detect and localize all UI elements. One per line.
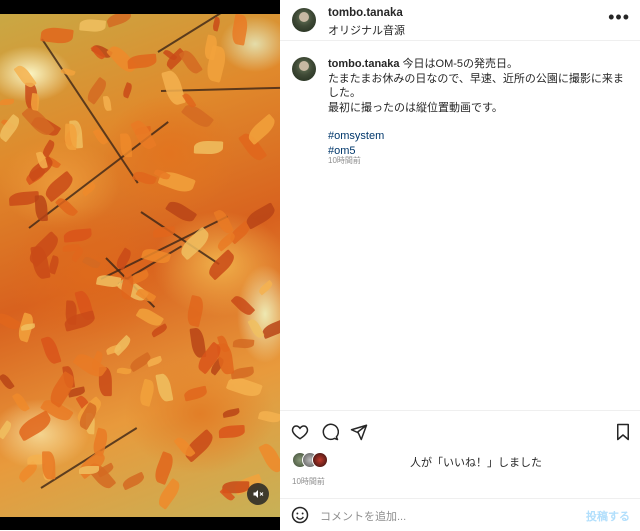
leaf-shape	[138, 378, 157, 408]
leaf-shape	[243, 202, 278, 230]
more-options-button[interactable]: •••	[608, 8, 630, 26]
leaf-shape	[35, 194, 49, 222]
leaf-shape	[140, 246, 171, 267]
caption-line: 今日はOM-5の発売日。	[402, 58, 519, 70]
post-details-panel: tombo.tanaka オリジナル音源 ••• tombo.tanaka 今日は…	[280, 0, 640, 530]
leaf-shape	[222, 407, 241, 419]
save-button[interactable]	[612, 421, 634, 443]
leaf-shape	[258, 409, 280, 425]
leaf-shape	[155, 372, 174, 403]
leaf-shape	[120, 471, 146, 491]
comment-input[interactable]: コメントを追加...	[320, 508, 406, 524]
leaf-shape	[178, 48, 203, 76]
liker-avatars[interactable]	[292, 452, 342, 468]
leaf-shape	[181, 100, 215, 131]
leaf-shape	[205, 249, 238, 280]
leaf-shape	[183, 385, 209, 402]
caption-timestamp[interactable]: 10時間前	[328, 155, 361, 166]
liker-avatar	[312, 452, 328, 468]
leaf-shape	[258, 441, 280, 476]
leaf-shape	[127, 53, 157, 70]
author-avatar[interactable]	[292, 8, 316, 32]
likes-summary[interactable]: 人が「いいね！」しました	[410, 454, 542, 470]
post-header: tombo.tanaka オリジナル音源 •••	[280, 0, 640, 41]
caption-username[interactable]: tombo.tanaka	[328, 58, 400, 70]
post-comment-button[interactable]: 投稿する	[586, 508, 630, 524]
leaf-shape	[65, 123, 78, 150]
emoji-smile-icon	[291, 506, 309, 524]
leaf-shape	[103, 95, 112, 112]
emoji-button[interactable]	[289, 504, 311, 526]
post-caption: tombo.tanaka 今日はOM-5の発売日。 たまたまお休みの日なので、早速…	[328, 57, 628, 158]
leaf-shape	[131, 168, 157, 187]
leaf-shape	[111, 334, 133, 357]
comment-bar: コメントを追加... 投稿する	[280, 498, 640, 531]
leaf-shape	[160, 68, 186, 107]
leaf-shape	[11, 391, 30, 414]
leaf-shape	[0, 373, 15, 392]
leaf-shape	[30, 92, 40, 111]
leaf-shape	[245, 113, 279, 146]
post-timestamp[interactable]: 10時間前	[292, 476, 325, 487]
leaf-shape	[39, 25, 74, 44]
hashtag-link[interactable]: #omsystem	[328, 129, 628, 144]
leaf-shape	[119, 132, 132, 158]
leaf-shape	[193, 140, 224, 155]
leaf-shape	[15, 410, 55, 442]
leaf-shape	[0, 99, 15, 106]
leaf-shape	[16, 461, 39, 484]
caption-line: たまたまお休みの日なので、早速、近所の公園に撮影に来ました。	[328, 72, 624, 100]
leaf-shape	[152, 226, 176, 238]
leaf-shape	[0, 113, 23, 142]
leaf-shape	[233, 337, 255, 349]
caption-author-avatar[interactable]	[292, 57, 316, 81]
leaf-shape	[79, 465, 99, 475]
post-modal: tombo.tanaka オリジナル音源 ••• tombo.tanaka 今日は…	[0, 0, 640, 530]
more-options-icon: •••	[608, 7, 630, 27]
leaf-shape	[230, 14, 250, 47]
leaf-shape	[121, 81, 134, 99]
comment-bubble-icon	[322, 423, 339, 441]
paper-plane-icon	[350, 424, 368, 441]
autumn-leaves-video[interactable]	[0, 14, 280, 517]
media-panel[interactable]	[0, 0, 280, 530]
leaf-shape	[135, 286, 157, 304]
leaf-shape	[47, 255, 61, 275]
bookmark-icon	[617, 423, 629, 441]
hashtag-link[interactable]: #om5	[328, 144, 628, 159]
author-username[interactable]: tombo.tanaka	[328, 7, 403, 19]
leaf-shape	[230, 366, 255, 380]
leaf-shape	[114, 247, 134, 271]
share-button[interactable]	[348, 421, 370, 443]
leaf-shape	[261, 318, 280, 340]
leaf-shape	[41, 451, 55, 480]
leaf-shape	[257, 279, 274, 295]
leaf-shape	[63, 228, 92, 243]
comment-button[interactable]	[319, 421, 341, 443]
leaf-shape	[40, 334, 62, 366]
leaf-shape	[230, 292, 255, 318]
leaf-shape	[82, 255, 101, 271]
leaf-shape	[185, 293, 206, 327]
heart-icon	[291, 425, 309, 440]
leaf-shape	[116, 366, 132, 376]
caption-line: 最初に撮ったのは縦位置動画です。	[328, 101, 503, 114]
leaf-shape	[0, 310, 22, 332]
leaf-shape	[105, 14, 133, 28]
speaker-muted-icon	[253, 490, 264, 498]
action-bar	[280, 410, 640, 451]
leaf-shape	[164, 198, 198, 226]
leaf-shape	[79, 18, 107, 33]
like-button[interactable]	[289, 421, 311, 443]
mute-button[interactable]	[247, 483, 269, 505]
leaf-shape	[219, 425, 246, 439]
audio-label[interactable]: オリジナル音源	[328, 22, 405, 38]
leaf-shape	[0, 420, 13, 440]
